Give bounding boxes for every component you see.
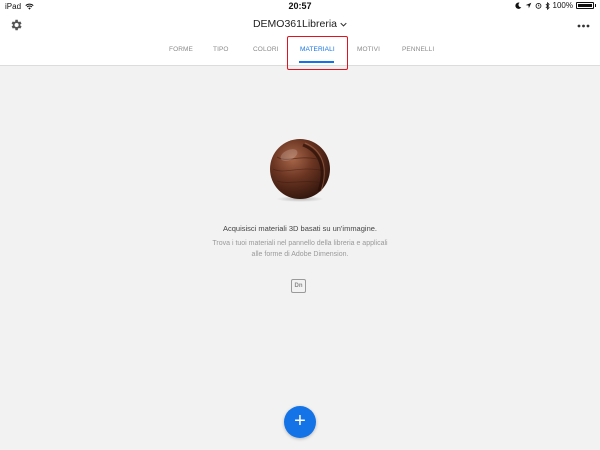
location-icon (525, 2, 532, 9)
tab-colori[interactable]: COLORI (253, 46, 279, 53)
moon-icon (514, 2, 522, 9)
battery-cap (594, 4, 596, 7)
library-title: DEMO361Libreria (252, 18, 338, 30)
status-bar: iPad 20:57 100% (0, 0, 600, 13)
wood-material-sphere (267, 137, 333, 203)
battery-fill (578, 4, 592, 7)
bluetooth-icon (545, 1, 550, 10)
status-bar-right: 100% (514, 1, 596, 10)
add-button[interactable]: + (284, 406, 316, 438)
empty-state-description-line2: alle forme di Adobe Dimension. (251, 251, 349, 258)
battery-icon (576, 2, 596, 9)
empty-state-title: Acquisisci materiali 3D basati su un'imm… (223, 224, 377, 233)
tab-pennelli[interactable]: PENNELLI (402, 46, 434, 53)
dimension-app-icon: Dn (291, 279, 306, 293)
chevron-down-icon (340, 18, 347, 30)
alarm-icon (535, 2, 542, 9)
status-time: 20:57 (288, 1, 312, 11)
library-selector[interactable]: DEMO361Libreria (0, 18, 600, 30)
tab-motivi[interactable]: MOTIVI (357, 46, 380, 53)
library-header: DEMO361Libreria FORME TIPO COLORI MATERI… (0, 13, 600, 70)
more-horizontal-icon[interactable] (577, 19, 590, 28)
battery-percent: 100% (552, 1, 573, 10)
empty-state-description-line1: Trova i tuoi materiali nel pannello dell… (212, 240, 388, 247)
tab-tipo[interactable]: TIPO (213, 46, 229, 53)
highlight-annotation (287, 36, 348, 70)
empty-state-description: Trova i tuoi materiali nel pannello dell… (0, 238, 600, 260)
tab-forme[interactable]: FORME (169, 46, 193, 53)
